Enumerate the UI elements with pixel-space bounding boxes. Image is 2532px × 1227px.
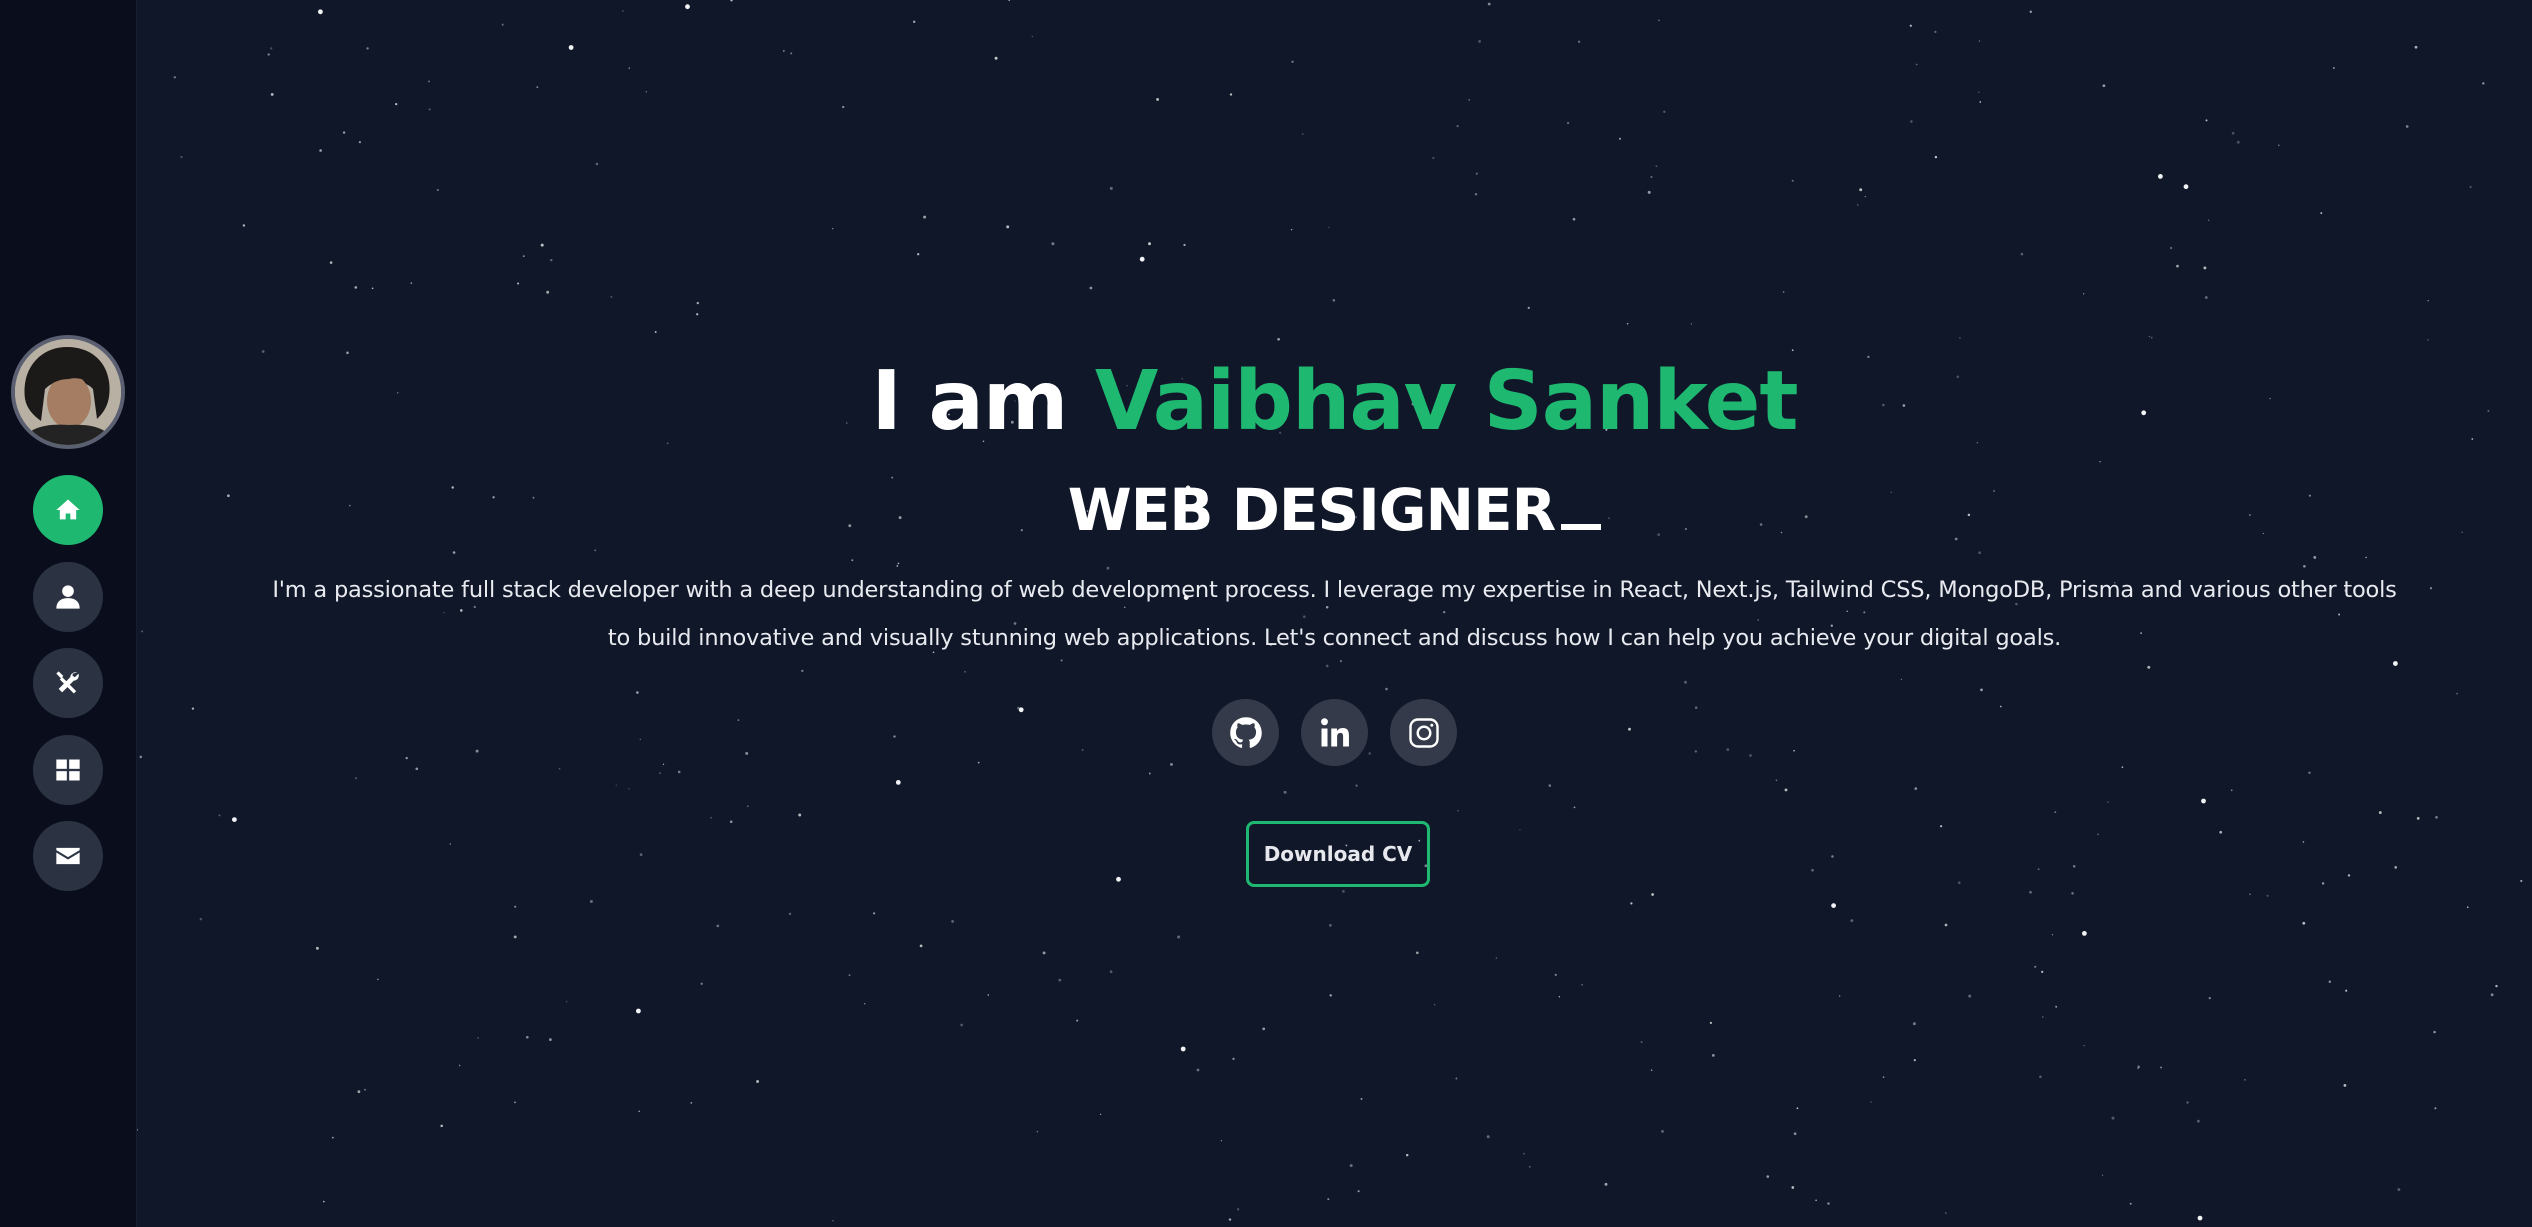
nav-skills-button[interactable] xyxy=(33,648,103,718)
download-cv-button[interactable]: Download CV xyxy=(1246,821,1430,887)
nav-home-button[interactable] xyxy=(33,475,103,545)
hero-title: I am Vaibhav Sanket xyxy=(137,352,2532,452)
avatar-photo xyxy=(15,339,121,445)
avatar[interactable] xyxy=(11,335,125,449)
typing-cursor xyxy=(1561,524,1602,530)
social-links xyxy=(137,699,2532,766)
user-icon xyxy=(56,585,80,609)
sidebar xyxy=(0,0,137,1227)
github-icon xyxy=(1229,716,1262,748)
instagram-icon xyxy=(1408,717,1439,748)
hero-name: Vaibhav Sanket xyxy=(1094,354,1799,449)
envelope-icon xyxy=(56,847,80,865)
nav-about-button[interactable] xyxy=(33,562,103,632)
github-link[interactable] xyxy=(1212,699,1279,766)
linkedin-icon xyxy=(1320,717,1349,746)
tools-icon xyxy=(56,671,79,694)
role-text: WEB DESIGNER xyxy=(1067,476,1557,544)
grid-icon xyxy=(56,759,80,781)
nav-projects-button[interactable] xyxy=(33,735,103,805)
linkedin-link[interactable] xyxy=(1301,699,1368,766)
nav-contact-button[interactable] xyxy=(33,821,103,891)
hero-section: I am Vaibhav Sanket WEB DESIGNER I'm a p… xyxy=(137,0,2532,1227)
instagram-link[interactable] xyxy=(1390,699,1457,766)
role-typewriter: WEB DESIGNER xyxy=(137,470,2532,550)
greeting-text: I am xyxy=(871,354,1068,449)
intro-paragraph: I'm a passionate full stack developer wi… xyxy=(272,577,2397,651)
home-icon xyxy=(56,499,80,520)
